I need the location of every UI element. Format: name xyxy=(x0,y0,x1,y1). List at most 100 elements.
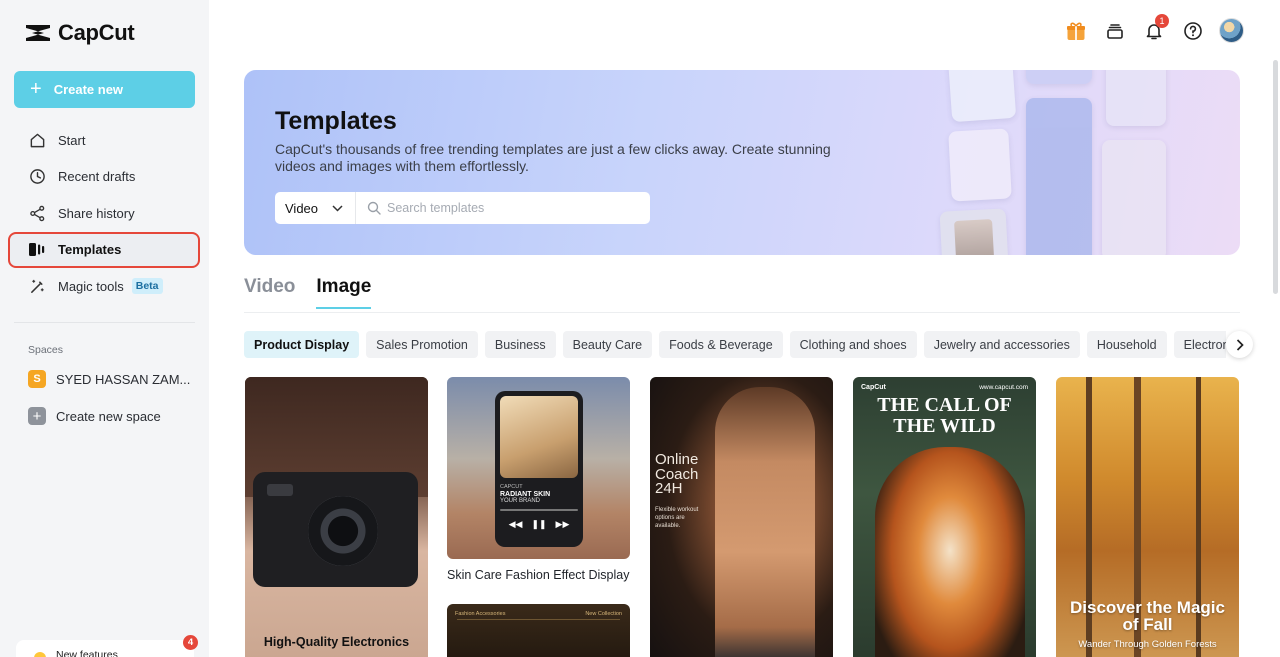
beta-badge: Beta xyxy=(131,278,163,295)
fast-forward-icon: ▶▶ xyxy=(555,519,570,529)
sidebar-item-magic-tools[interactable]: Magic tools Beta xyxy=(8,268,200,304)
template-card[interactable]: CapCut www.capcut.com THE CALL OF THE WI… xyxy=(853,377,1036,657)
template-card[interactable]: Discover the Magic of Fall Wander Throug… xyxy=(1056,377,1239,657)
template-card[interactable]: Fashion Accessories New Collection xyxy=(447,604,630,657)
search-input[interactable] xyxy=(387,201,627,215)
create-new-space-button[interactable]: + Create new space xyxy=(28,407,161,425)
notification-count-badge: 1 xyxy=(1155,14,1169,28)
tab-image[interactable]: Image xyxy=(316,276,372,309)
templates-hero-banner: Templates CapCut's thousands of free tre… xyxy=(244,70,1240,255)
clock-icon xyxy=(28,168,46,186)
gift-icon xyxy=(1066,22,1085,40)
template-overlay-text: Online Coach 24H xyxy=(655,451,699,497)
template-card[interactable]: High-Quality Electronics xyxy=(245,377,428,657)
category-filter-bar: Product Display Sales Promotion Business… xyxy=(244,331,1226,358)
sidebar-item-label: Templates xyxy=(58,242,122,258)
page-scrollbar[interactable] xyxy=(1273,60,1278,294)
collage-card xyxy=(939,208,1011,255)
create-new-label: Create new xyxy=(53,82,124,97)
mockup-brand: CAPCUT xyxy=(500,484,523,490)
pause-icon: ❚❚ xyxy=(531,519,547,529)
sidebar-nav: Start Recent drafts Share history Templa… xyxy=(8,122,200,305)
search-field xyxy=(356,201,650,215)
template-url-text: www.capcut.com xyxy=(979,384,1028,391)
tab-video[interactable]: Video xyxy=(244,276,295,309)
capcut-logo-icon xyxy=(26,25,50,41)
hero-collage-illustration xyxy=(938,70,1238,255)
sidebar: CapCut + Create new Start Recent drafts … xyxy=(0,0,209,657)
template-overlay-text: Discover the Magic of Fall xyxy=(1070,598,1225,634)
category-chip-household[interactable]: Household xyxy=(1086,331,1167,358)
layers-button[interactable] xyxy=(1102,18,1127,43)
user-avatar xyxy=(1219,18,1244,43)
tabs-divider xyxy=(244,312,1240,313)
app-name: CapCut xyxy=(58,20,135,45)
sidebar-item-label: Start xyxy=(58,132,86,148)
media-type-tabs: Video Image xyxy=(244,276,372,309)
magic-wand-icon xyxy=(28,277,46,295)
athlete-figure xyxy=(715,387,815,657)
category-scroll-next-button[interactable] xyxy=(1226,331,1253,358)
collage-card xyxy=(1026,70,1092,84)
category-chip-sales-promotion[interactable]: Sales Promotion xyxy=(366,331,478,358)
sidebar-item-label: Magic tools xyxy=(58,278,124,294)
sidebar-item-start[interactable]: Start xyxy=(8,122,200,158)
category-chip-foods-beverage[interactable]: Foods & Beverage xyxy=(659,331,783,358)
sidebar-item-label: Recent drafts xyxy=(58,169,136,185)
sidebar-item-share-history[interactable]: Share history xyxy=(8,195,200,231)
page-subtitle: CapCut's thousands of free trending temp… xyxy=(275,141,831,174)
sidebar-divider xyxy=(14,322,195,323)
space-name: SYED HASSAN ZAM... xyxy=(56,371,191,387)
help-button[interactable] xyxy=(1180,18,1205,43)
selected-type: Video xyxy=(285,200,319,216)
capcut-logo[interactable]: CapCut xyxy=(24,20,135,46)
collage-card xyxy=(1106,70,1166,126)
chevron-down-icon xyxy=(332,204,343,212)
template-type-dropdown[interactable]: Video xyxy=(275,192,356,224)
new-features-label: New features xyxy=(56,649,118,657)
template-overlay-text: New Collection xyxy=(585,611,622,617)
create-space-label: Create new space xyxy=(56,408,161,424)
tiger-illustration xyxy=(875,447,1025,657)
templates-icon xyxy=(28,241,46,259)
camera-illustration xyxy=(253,472,418,587)
category-chip-beauty-care[interactable]: Beauty Care xyxy=(562,331,653,358)
notifications-button[interactable]: 1 xyxy=(1141,14,1169,43)
template-card[interactable]: Online Coach 24H Flexible workout option… xyxy=(650,377,833,657)
new-features-count-badge: 4 xyxy=(183,635,198,650)
sidebar-item-templates[interactable]: Templates xyxy=(8,231,200,268)
rewind-icon: ◀◀ xyxy=(508,519,523,529)
spaces-heading: Spaces xyxy=(28,344,64,356)
media-controls: ◀◀ ❚❚ ▶▶ xyxy=(500,519,578,530)
template-overlay-text: THE CALL OF THE WILD xyxy=(877,394,1012,437)
sidebar-item-recent-drafts[interactable]: Recent drafts xyxy=(8,159,200,195)
create-new-button[interactable]: + Create new xyxy=(14,71,195,108)
category-chip-product-display[interactable]: Product Display xyxy=(244,331,360,358)
category-chip-clothing-shoes[interactable]: Clothing and shoes xyxy=(789,331,917,358)
template-search-bar: Video xyxy=(275,192,650,224)
gift-button[interactable] xyxy=(1063,18,1088,43)
collage-card xyxy=(947,70,1017,123)
space-item-personal[interactable]: S SYED HASSAN ZAM... xyxy=(28,370,190,388)
share-icon xyxy=(28,204,46,222)
collage-card xyxy=(948,128,1012,202)
template-overlay-text: Fashion Accessories xyxy=(455,611,506,617)
sparkle-icon xyxy=(34,652,46,657)
category-chip-business[interactable]: Business xyxy=(484,331,556,358)
mockup-headline: RADIANT SKIN xyxy=(500,491,551,498)
plus-icon: + xyxy=(28,407,46,425)
template-card[interactable]: CAPCUT RADIANT SKIN YOUR BRAND ◀◀ ❚❚ ▶▶ xyxy=(447,377,630,559)
template-sub-text: Wander Through Golden Forests xyxy=(1078,639,1217,650)
template-caption[interactable]: Skin Care Fashion Effect Display xyxy=(447,568,630,582)
category-chip-electronics[interactable]: Electronics xyxy=(1173,331,1226,358)
sidebar-item-label: Share history xyxy=(58,205,135,221)
mockup-sub: YOUR BRAND xyxy=(500,498,541,504)
category-chip-jewelry-accessories[interactable]: Jewelry and accessories xyxy=(923,331,1080,358)
search-icon xyxy=(367,201,381,215)
template-brand-text: CapCut xyxy=(861,384,886,391)
page-title: Templates xyxy=(275,107,397,135)
phone-mockup: CAPCUT RADIANT SKIN YOUR BRAND ◀◀ ❚❚ ▶▶ xyxy=(495,391,583,547)
profile-button[interactable] xyxy=(1219,18,1244,43)
new-features-card[interactable]: New features 4 xyxy=(16,635,198,657)
template-overlay-text: High-Quality Electronics xyxy=(263,635,410,649)
